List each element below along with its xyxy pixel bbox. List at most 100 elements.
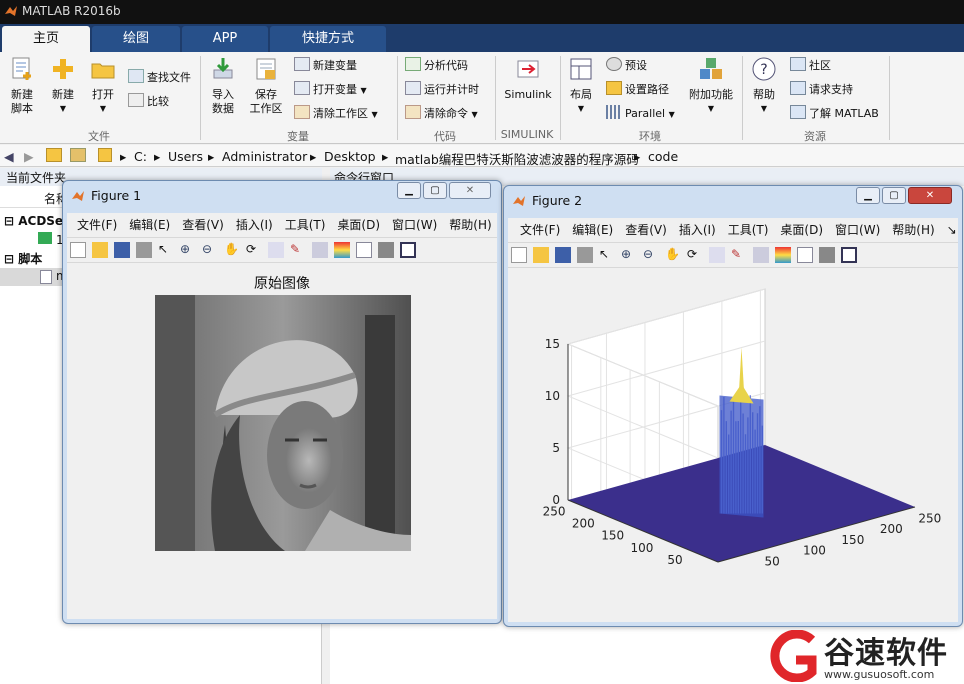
minimize-button[interactable]: ▁: [397, 182, 421, 199]
find-files-button[interactable]: 查找文件: [128, 68, 191, 88]
breadcrumb-item[interactable]: Desktop: [324, 149, 376, 164]
menu-help[interactable]: 帮助(H): [892, 223, 934, 237]
set-path-button[interactable]: 设置路径: [606, 80, 669, 100]
layout-button[interactable]: 布局 ▼: [566, 56, 596, 116]
list-item[interactable]: 1: [38, 232, 64, 247]
pan-icon[interactable]: ✋: [224, 242, 240, 258]
run-and-time-label: 运行并计时: [424, 83, 479, 96]
open-file-icon[interactable]: [92, 242, 108, 258]
new-variable-button[interactable]: 新建变量: [294, 56, 357, 76]
breadcrumb-item[interactable]: code: [648, 149, 678, 164]
menu-window[interactable]: 窗口(W): [392, 218, 437, 232]
brush-icon[interactable]: ✎: [731, 247, 747, 263]
rotate-3d-icon[interactable]: ⟳: [687, 247, 703, 263]
data-cursor-icon[interactable]: [268, 242, 284, 258]
simulink-button[interactable]: Simulink: [502, 56, 554, 102]
forward-arrow-icon[interactable]: ▶: [24, 149, 34, 164]
hide-tools-icon[interactable]: [819, 247, 835, 263]
menu-window[interactable]: 窗口(W): [835, 223, 880, 237]
menu-edit[interactable]: 编辑(E): [572, 223, 613, 237]
zoom-in-icon[interactable]: ⊕: [621, 247, 637, 263]
show-tools-icon[interactable]: [400, 242, 416, 258]
menu-file[interactable]: 文件(F): [77, 218, 117, 232]
new-script-button[interactable]: 新建 脚本: [4, 56, 40, 116]
parallel-button[interactable]: Parallel ▼: [606, 104, 675, 124]
maximize-button[interactable]: ▢: [882, 187, 906, 204]
brush-icon[interactable]: ✎: [290, 242, 306, 258]
help-icon: ?: [752, 57, 776, 81]
analyze-code-button[interactable]: 分析代码: [405, 56, 468, 76]
colorbar-icon[interactable]: [334, 242, 350, 258]
tab-home[interactable]: 主页: [2, 26, 90, 52]
hide-tools-icon[interactable]: [378, 242, 394, 258]
pointer-icon[interactable]: ↖: [599, 247, 615, 263]
new-figure-icon[interactable]: [511, 247, 527, 263]
gear-icon: [606, 57, 622, 71]
zoom-in-icon[interactable]: ⊕: [180, 242, 196, 258]
save-icon[interactable]: [114, 242, 130, 258]
close-button[interactable]: ✕: [449, 182, 491, 199]
menu-desktop[interactable]: 桌面(D): [780, 223, 823, 237]
help-button[interactable]: ? 帮助 ▼: [748, 56, 780, 116]
open-button[interactable]: 打开 ▼: [86, 56, 120, 116]
open-variable-button[interactable]: 打开变量 ▼: [294, 80, 367, 100]
save-workspace-button[interactable]: 保存 工作区: [246, 56, 286, 116]
tab-plots[interactable]: 绘图: [92, 26, 180, 52]
import-data-button[interactable]: 导入 数据: [206, 56, 240, 116]
menu-view[interactable]: 查看(V): [182, 218, 224, 232]
list-item[interactable]: ⊟ 脚本: [4, 250, 42, 267]
show-tools-icon[interactable]: [841, 247, 857, 263]
breadcrumb-item[interactable]: C:: [134, 149, 147, 164]
zoom-out-icon[interactable]: ⊖: [643, 247, 659, 263]
data-cursor-icon[interactable]: [709, 247, 725, 263]
menu-file[interactable]: 文件(F): [520, 223, 560, 237]
menu-tools[interactable]: 工具(T): [285, 218, 326, 232]
maximize-button[interactable]: ▢: [423, 182, 447, 199]
run-and-time-button[interactable]: 运行并计时: [405, 80, 479, 100]
tab-shortcuts[interactable]: 快捷方式: [270, 26, 386, 52]
open-file-icon[interactable]: [533, 247, 549, 263]
request-support-button[interactable]: 请求支持: [790, 80, 853, 100]
new-button[interactable]: 新建 ▼: [46, 56, 80, 116]
clear-workspace-button[interactable]: 清除工作区 ▼: [294, 104, 378, 124]
folder-up-icon[interactable]: [46, 148, 62, 162]
print-icon[interactable]: [577, 247, 593, 263]
axes-title: 原始图像: [254, 276, 310, 292]
legend-icon[interactable]: [356, 242, 372, 258]
learn-icon: [790, 105, 806, 119]
link-icon[interactable]: [312, 242, 328, 258]
menu-tools[interactable]: 工具(T): [728, 223, 769, 237]
print-icon[interactable]: [136, 242, 152, 258]
colorbar-icon[interactable]: [775, 247, 791, 263]
minimize-button[interactable]: ▁: [856, 187, 880, 204]
menu-insert[interactable]: 插入(I): [679, 223, 716, 237]
menu-edit[interactable]: 编辑(E): [129, 218, 170, 232]
menu-desktop[interactable]: 桌面(D): [337, 218, 380, 232]
save-icon[interactable]: [555, 247, 571, 263]
menu-insert[interactable]: 插入(I): [236, 218, 273, 232]
community-button[interactable]: 社区: [790, 56, 831, 76]
menu-help[interactable]: 帮助(H): [449, 218, 491, 232]
back-arrow-icon[interactable]: ◀: [4, 149, 14, 164]
preferences-button[interactable]: 预设: [606, 56, 647, 76]
browse-folder-icon[interactable]: [70, 148, 86, 162]
pointer-icon[interactable]: ↖: [158, 242, 174, 258]
menu-overflow-icon[interactable]: ↘: [947, 223, 957, 237]
rotate-3d-icon[interactable]: ⟳: [246, 242, 262, 258]
legend-icon[interactable]: [797, 247, 813, 263]
compare-button[interactable]: 比较: [128, 92, 169, 112]
menu-view[interactable]: 查看(V): [625, 223, 667, 237]
link-icon[interactable]: [753, 247, 769, 263]
breadcrumb-item[interactable]: Users: [168, 149, 203, 164]
zoom-out-icon[interactable]: ⊖: [202, 242, 218, 258]
addons-button[interactable]: 附加功能 ▼: [686, 56, 736, 116]
breadcrumb-item[interactable]: Administrator: [222, 149, 307, 164]
learn-matlab-button[interactable]: 了解 MATLAB: [790, 104, 879, 124]
close-button[interactable]: ✕: [908, 187, 952, 204]
pan-icon[interactable]: ✋: [665, 247, 681, 263]
new-figure-icon[interactable]: [70, 242, 86, 258]
tab-apps[interactable]: APP: [182, 26, 268, 52]
clear-commands-button[interactable]: 清除命令 ▼: [405, 104, 478, 124]
breadcrumb-item[interactable]: matlab编程巴特沃斯陷波滤波器的程序源码: [395, 149, 639, 168]
figure-2-menubar: 文件(F) 编辑(E) 查看(V) 插入(I) 工具(T) 桌面(D) 窗口(W) 帮助(H)…: [520, 221, 957, 238]
